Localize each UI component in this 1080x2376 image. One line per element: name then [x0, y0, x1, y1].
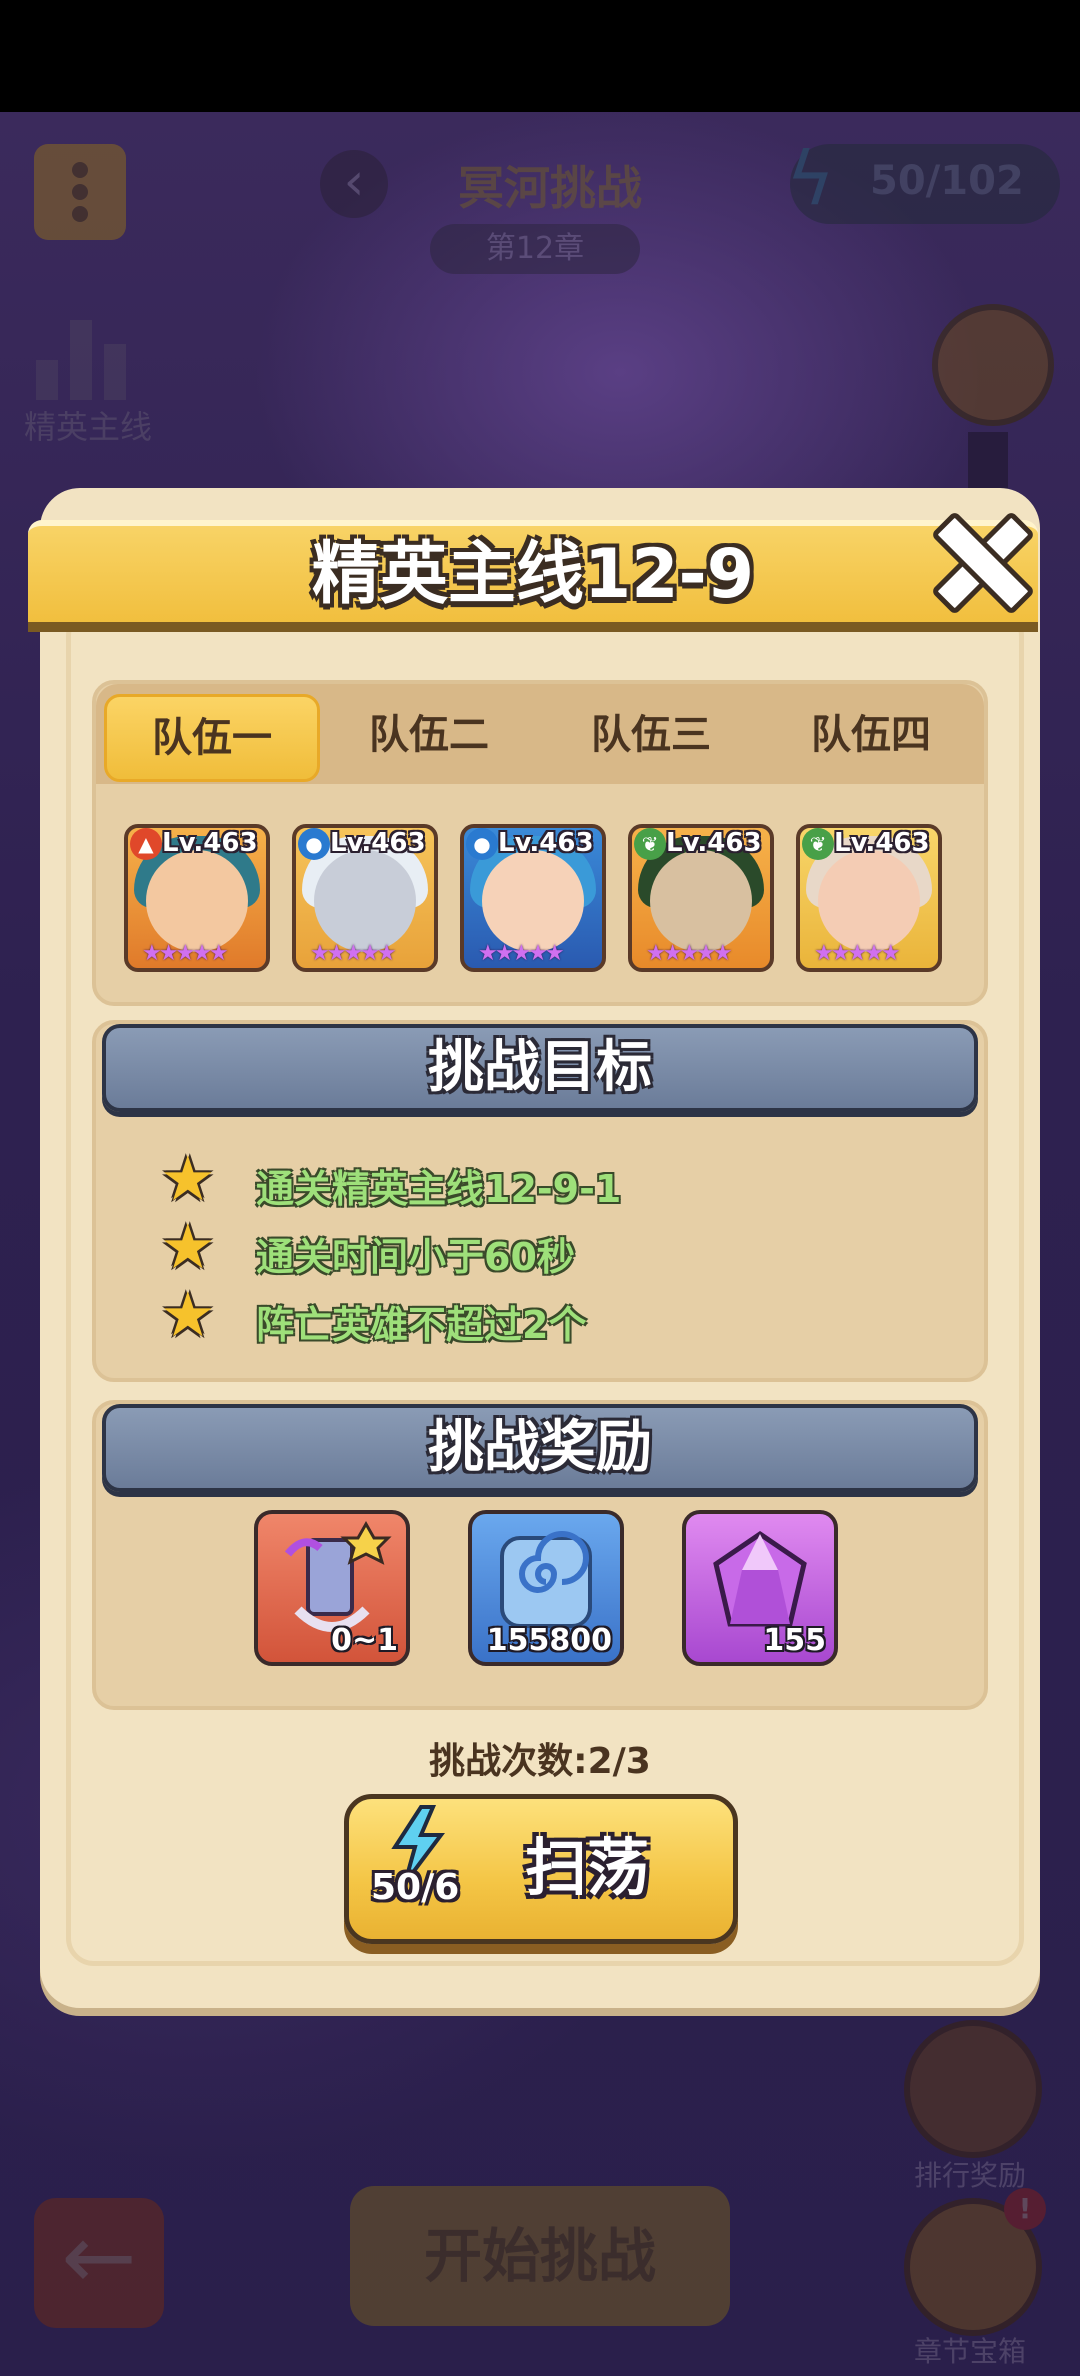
- start-challenge-button[interactable]: 开始挑战: [350, 2186, 730, 2326]
- hero-card[interactable]: ● Lv.463 ★★★★★: [460, 824, 606, 972]
- reward-item[interactable]: 155: [682, 1510, 838, 1666]
- chapter-chest-label: 章节宝箱: [913, 2335, 1026, 2368]
- leaf-element-icon: ❦: [802, 828, 834, 860]
- lightning-icon: ϟ: [786, 136, 835, 222]
- team-tab-bar: 队伍一 队伍二 队伍三 队伍四: [96, 684, 984, 784]
- tab-team-1[interactable]: 队伍一: [104, 694, 320, 782]
- hero-level: Lv.463: [330, 828, 426, 858]
- chapter-label: 第12章: [430, 224, 640, 274]
- energy-counter: ϟ 50/102: [786, 136, 1060, 224]
- tab-team-4[interactable]: 队伍四: [766, 694, 976, 776]
- goals-header: 挑战目标: [102, 1024, 978, 1112]
- bar-chart-icon[interactable]: [36, 310, 136, 400]
- water-element-icon: ●: [466, 828, 498, 860]
- hero-stars: ★★★★★: [646, 941, 733, 966]
- hero-stars: ★★★★★: [142, 941, 229, 966]
- star-icon: ★: [160, 1278, 216, 1351]
- tab-team-3[interactable]: 队伍三: [546, 694, 756, 776]
- fire-element-icon: ▲: [130, 828, 162, 860]
- attempts-counter: 挑战次数:2/3: [429, 1741, 651, 1782]
- star-icon: ★: [160, 1210, 216, 1283]
- hero-stars: ★★★★★: [478, 941, 565, 966]
- hero-level: Lv.463: [666, 828, 762, 858]
- hero-card[interactable]: ▲ Lv.463 ★★★★★: [124, 824, 270, 972]
- rewards-header: 挑战奖励: [102, 1404, 978, 1492]
- hero-level: Lv.463: [162, 828, 258, 858]
- team-panel: 队伍一 队伍二 队伍三 队伍四 ▲ Lv.463 ★★★★★ ● Lv.463 …: [92, 680, 988, 1006]
- leaf-element-icon: ❦: [634, 828, 666, 860]
- goals-section: 挑战目标 ★ 通关精英主线12-9-1 ★ 通关时间小于60秒 ★ 阵亡英雄不超…: [92, 1020, 988, 1382]
- hero-card[interactable]: ❦ Lv.463 ★★★★★: [796, 824, 942, 972]
- title-banner: 精英主线12-9: [28, 516, 1038, 632]
- hero-card[interactable]: ● Lv.463 ★★★★★: [292, 824, 438, 972]
- reward-count: 155800: [486, 1623, 612, 1658]
- hero-card[interactable]: ❦ Lv.463 ★★★★★: [628, 824, 774, 972]
- notification-badge: !: [1004, 2188, 1046, 2230]
- star-icon: ★: [160, 1142, 216, 1215]
- sweep-cost: 50/6: [371, 1867, 460, 1908]
- boss-avatar[interactable]: [932, 304, 1054, 426]
- close-button[interactable]: [924, 508, 1036, 616]
- reward-count: 0~1: [331, 1623, 398, 1658]
- dialog-title: 精英主线12-9: [311, 535, 755, 614]
- tab-team-2[interactable]: 队伍二: [324, 694, 534, 776]
- reward-item[interactable]: 155800: [468, 1510, 624, 1666]
- water-element-icon: ●: [298, 828, 330, 860]
- back-arrow-icon[interactable]: ‹: [320, 150, 388, 218]
- return-button[interactable]: ←: [34, 2198, 164, 2328]
- ranking-reward-button[interactable]: [904, 2020, 1042, 2158]
- menu-button[interactable]: [34, 144, 126, 240]
- sweep-label: 扫荡: [525, 1831, 650, 1904]
- elite-mainline-label: 精英主线: [23, 408, 152, 446]
- sweep-button[interactable]: 50/6 扫荡: [344, 1794, 738, 1944]
- ranking-reward-label: 排行奖励: [913, 2159, 1026, 2192]
- level-title: 冥河挑战: [458, 161, 642, 215]
- rewards-section: 挑战奖励 0~1 155800 155: [92, 1400, 988, 1710]
- hero-stars: ★★★★★: [310, 941, 397, 966]
- reward-item[interactable]: 0~1: [254, 1510, 410, 1666]
- reward-count: 155: [763, 1623, 826, 1658]
- hero-stars: ★★★★★: [814, 941, 901, 966]
- hero-level: Lv.463: [498, 828, 594, 858]
- hero-level: Lv.463: [834, 828, 930, 858]
